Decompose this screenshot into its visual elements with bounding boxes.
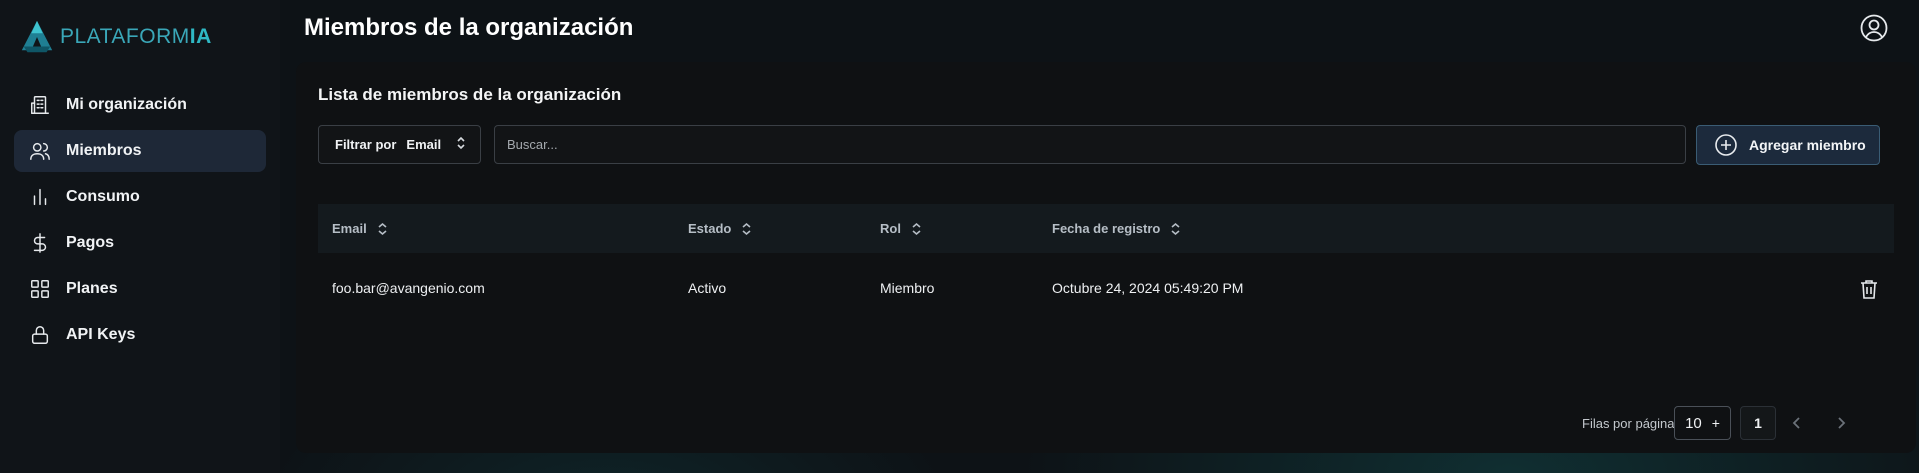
column-label: Fecha de registro — [1052, 221, 1161, 236]
cell-estado: Activo — [688, 280, 727, 296]
trash-icon — [1861, 280, 1877, 299]
bar-chart-icon — [28, 185, 52, 209]
sort-icon — [742, 222, 751, 235]
add-member-label: Agregar miembro — [1749, 137, 1866, 153]
sidebar-item-api-keys[interactable]: API Keys — [14, 314, 266, 356]
column-label: Rol — [880, 221, 901, 236]
add-member-button[interactable]: Agregar miembro — [1696, 125, 1880, 165]
rows-per-page-label: Filas por página — [1582, 416, 1675, 431]
card-title: Lista de miembros de la organización — [318, 85, 622, 104]
sidebar-item-label: Consumo — [66, 188, 140, 205]
sidebar-item-pagos[interactable]: Pagos — [14, 222, 266, 264]
filter-prefix: Filtrar por — [335, 137, 397, 152]
sort-icon — [378, 222, 387, 235]
brand-name: PLATAFORMIA — [60, 25, 212, 49]
sidebar-nav: Mi organización Miembros Consumo Pagos P… — [14, 84, 266, 360]
sidebar-item-label: Mi organización — [66, 96, 187, 113]
brand-logo[interactable]: PLATAFORMIA — [18, 18, 212, 56]
sidebar: PLATAFORMIA Mi organización Miembros Con… — [0, 0, 280, 473]
rows-per-page-select[interactable]: 10 + — [1674, 406, 1731, 440]
sidebar-item-label: API Keys — [66, 326, 136, 343]
cell-email: foo.bar@avangenio.com — [332, 280, 485, 296]
main-content: Miembros de la organización Lista de mie… — [280, 0, 1919, 473]
lock-icon — [28, 323, 52, 347]
delete-member-button[interactable] — [1858, 278, 1880, 300]
brand-name-main: PLATAFORM — [60, 25, 190, 48]
sidebar-item-label: Pagos — [66, 234, 115, 251]
filter-value: Email — [406, 137, 442, 152]
column-header-fecha[interactable]: Fecha de registro — [1052, 221, 1181, 236]
column-header-estado[interactable]: Estado — [688, 221, 752, 236]
search-input[interactable] — [494, 125, 1686, 164]
table-row: foo.bar@avangenio.com Activo Miembro Oct… — [318, 253, 1894, 325]
user-circle-icon — [1860, 14, 1888, 42]
sidebar-item-label: Planes — [66, 280, 118, 297]
grid-icon — [28, 277, 52, 301]
logo-mark-icon — [21, 20, 53, 53]
sidebar-item-mi-organizacion[interactable]: Mi organización — [14, 84, 266, 126]
page-title: Miembros de la organización — [304, 14, 634, 41]
cell-rol: Miembro — [880, 280, 935, 296]
current-page-button[interactable]: 1 — [1740, 406, 1776, 440]
brand-name-accent: IA — [189, 25, 212, 48]
sidebar-item-label: Miembros — [66, 142, 142, 159]
app-root: PLATAFORMIA Mi organización Miembros Con… — [0, 0, 1919, 473]
building-icon — [28, 93, 52, 117]
chevron-up-down-icon — [455, 136, 467, 153]
column-label: Estado — [688, 221, 732, 236]
users-icon — [28, 139, 52, 163]
column-label: Email — [332, 221, 367, 236]
dollar-icon — [28, 231, 52, 255]
user-account-button[interactable] — [1859, 13, 1889, 43]
chevron-right-icon — [1838, 417, 1846, 429]
column-header-email[interactable]: Email — [332, 221, 388, 236]
rows-per-page-value: 10 — [1685, 414, 1702, 432]
next-page-button[interactable] — [1832, 414, 1850, 432]
plus-circle-icon — [1715, 134, 1737, 156]
sidebar-item-consumo[interactable]: Consumo — [14, 176, 266, 218]
sort-icon — [912, 222, 921, 235]
sidebar-item-miembros[interactable]: Miembros — [14, 130, 266, 172]
chevron-left-icon — [1792, 417, 1800, 429]
previous-page-button[interactable] — [1788, 414, 1806, 432]
cell-fecha: Octubre 24, 2024 05:49:20 PM — [1052, 280, 1244, 296]
table-header: Email Estado Rol Fecha de registro — [318, 204, 1894, 253]
rows-per-page-suffix: + — [1711, 415, 1720, 431]
sidebar-item-planes[interactable]: Planes — [14, 268, 266, 310]
filter-dropdown[interactable]: Filtrar por Email — [318, 125, 481, 164]
column-header-rol[interactable]: Rol — [880, 221, 922, 236]
members-card: Lista de miembros de la organización Fil… — [296, 62, 1916, 453]
sort-icon — [1171, 222, 1180, 235]
